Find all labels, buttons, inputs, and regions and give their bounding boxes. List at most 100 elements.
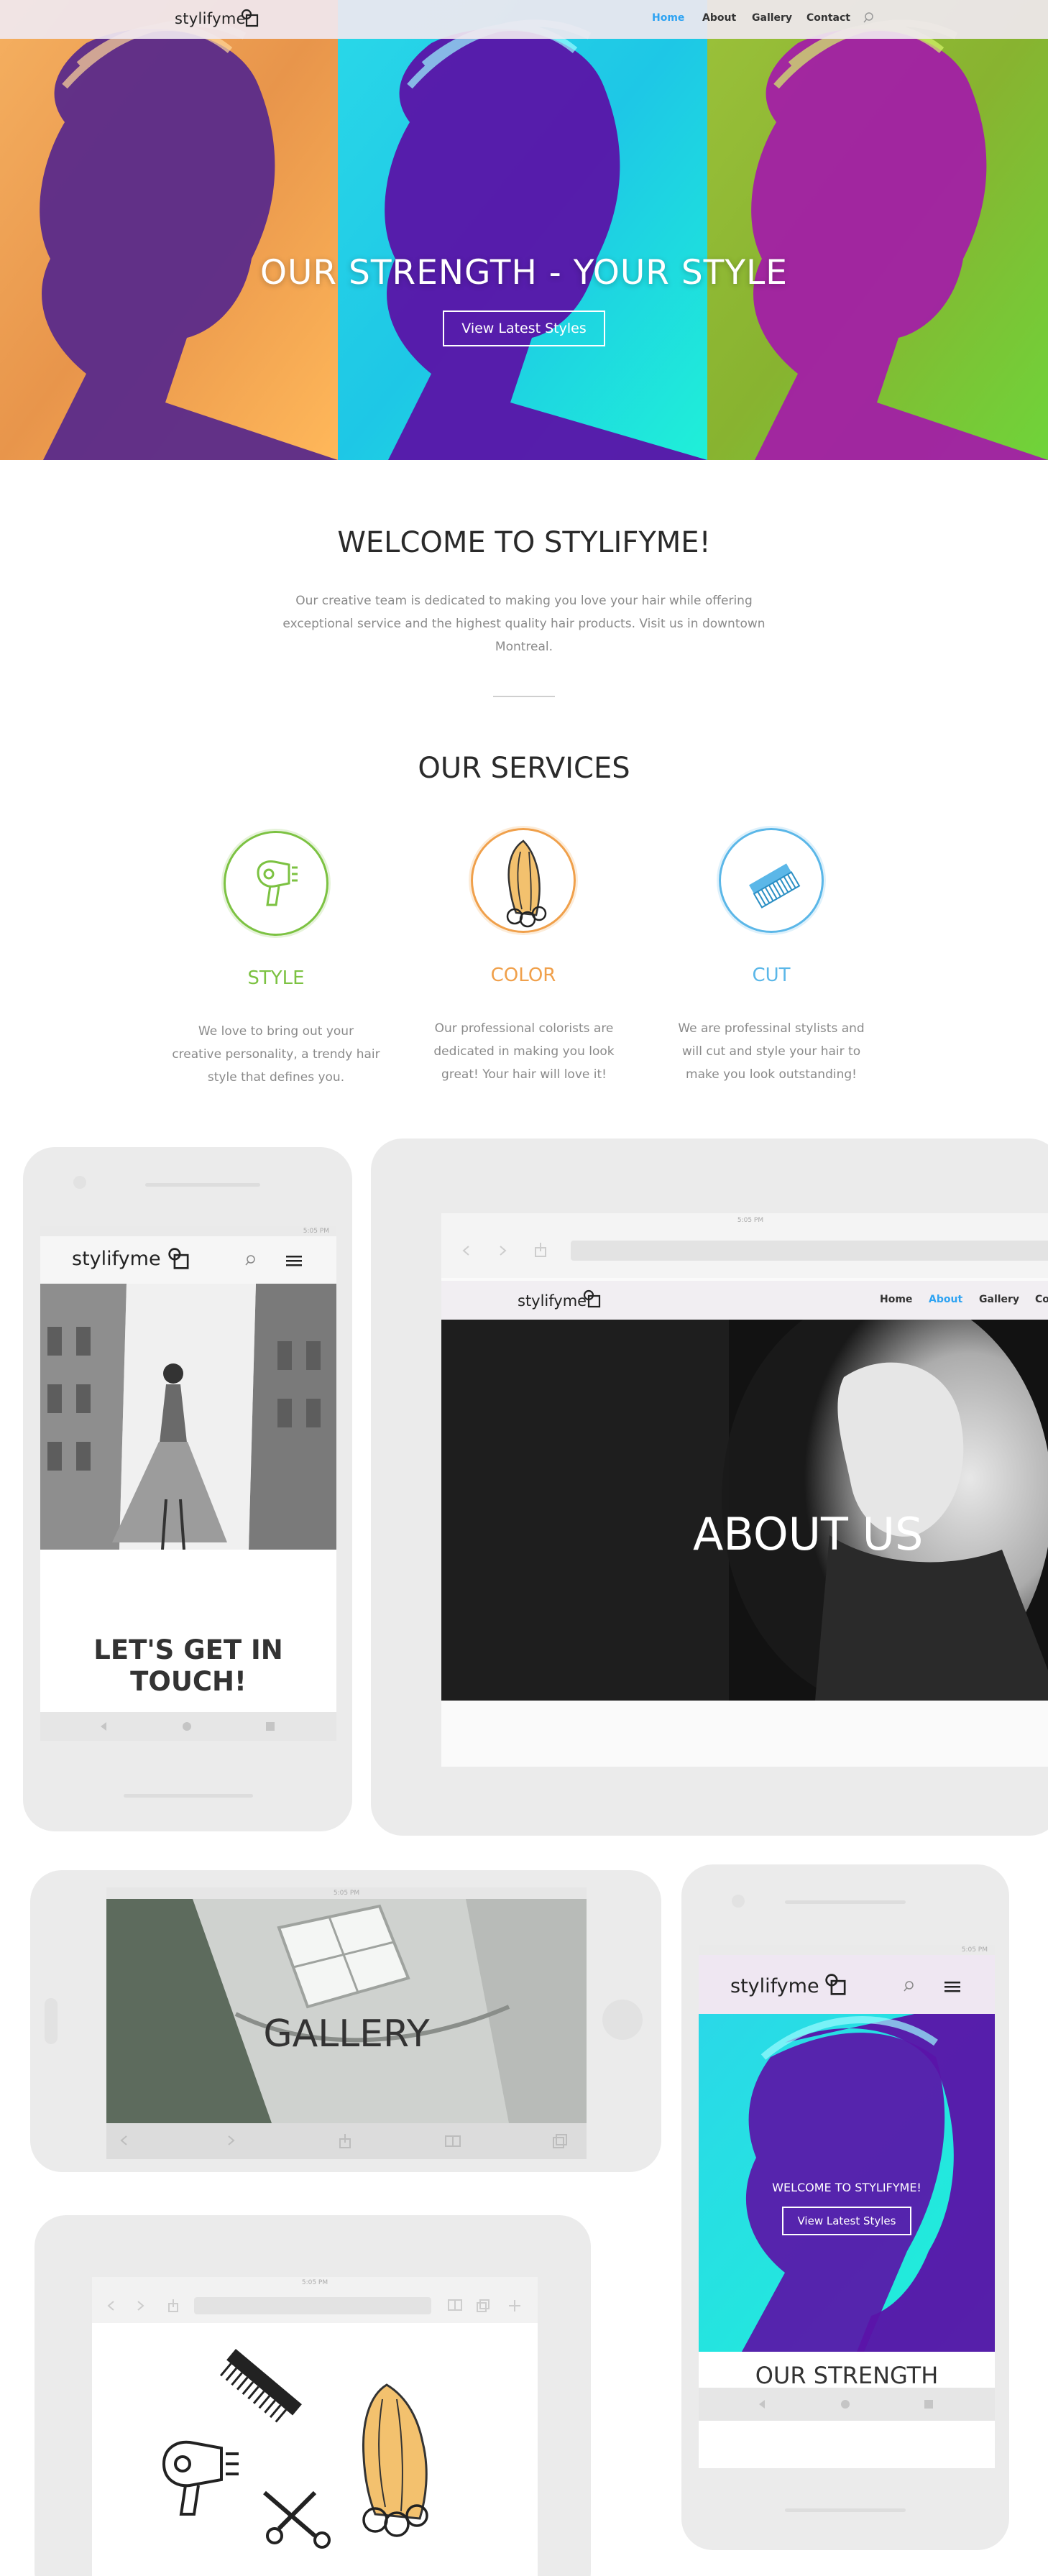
browser-back-icon[interactable] (106, 2300, 115, 2312)
tablet-nav-home[interactable]: Home (880, 1294, 912, 1305)
tablet-nav-about[interactable]: About (929, 1294, 962, 1305)
phone-view-latest-styles-button[interactable]: View Latest Styles (782, 2207, 911, 2235)
view-latest-styles-button[interactable]: View Latest Styles (443, 310, 605, 346)
welcome-text: Our creative team is dedicated to making… (282, 594, 766, 654)
site-header: stylifyme Home About Gallery Contact (0, 0, 1048, 39)
status-bar: 5:05 PM (92, 2277, 538, 2288)
logo-mark-icon (168, 1248, 189, 1269)
welcome-title: WELCOME TO STYLIFYME! (337, 526, 711, 559)
site-logo[interactable]: stylifyme (175, 10, 246, 27)
recents-icon[interactable] (923, 2398, 934, 2410)
browser-toolbar (441, 1228, 1048, 1278)
hamburger-menu-icon[interactable] (944, 1979, 960, 1994)
status-bar: 5:05 PM (441, 1213, 1048, 1228)
tablet-mockup-icons: 5:05 PM (35, 2215, 591, 2576)
phone-screen: 5:05 PM stylifyme WELCOME TO STYLIFYME! … (699, 1945, 995, 2468)
contact-caption: LET'S GET IN TOUCH! (93, 1634, 283, 1697)
new-tab-icon[interactable] (507, 2299, 522, 2313)
status-bar: 5:05 PM (106, 1887, 587, 1899)
contact-hero-image (40, 1284, 336, 1550)
phone-mockup-contact: 5:05 PM stylifyme LET'S GET IN TOUCH! (23, 1147, 352, 1831)
browser-url-bar[interactable] (194, 2297, 431, 2314)
comb-icon (219, 2349, 302, 2423)
about-caption: ABOUT US (693, 1508, 924, 1560)
phone-logo[interactable]: stylifyme (730, 1975, 819, 1997)
hair-lock-icon (506, 840, 547, 928)
tablet-nav-gallery[interactable]: Gallery (979, 1294, 1019, 1305)
tablet-home-button[interactable] (602, 2000, 643, 2040)
nav-gallery[interactable]: Gallery (752, 12, 792, 24)
home-icon[interactable] (840, 2398, 851, 2410)
style-service-icon (224, 831, 328, 936)
browser-forward-icon[interactable] (137, 2300, 145, 2312)
phone-mockup-home: 5:05 PM stylifyme WELCOME TO STYLIFYME! … (681, 1864, 1009, 2550)
tablet-logo[interactable]: stylifyme (518, 1292, 587, 1310)
tablet-nav-contact[interactable]: Co (1035, 1294, 1048, 1305)
nav-home[interactable]: Home (652, 12, 684, 24)
color-service-icon (471, 828, 576, 933)
nav-contact[interactable]: Contact (806, 12, 850, 24)
hamburger-menu-icon[interactable] (286, 1254, 302, 1268)
share-icon[interactable] (533, 1242, 548, 1258)
browser-back-icon[interactable] (119, 2135, 128, 2146)
hair-dryer-icon (162, 2440, 239, 2516)
color-text: Our professional colorists are dedicated… (433, 1021, 615, 1082)
tablet-site-header: stylifyme Home About Gallery Co (441, 1281, 1048, 1320)
logo-mark-icon (583, 1289, 601, 1308)
style-title: STYLE (247, 967, 305, 989)
phone-logo[interactable]: stylifyme (72, 1248, 161, 1270)
services-title: OUR SERVICES (418, 752, 630, 785)
phone-camera (73, 1176, 86, 1189)
browser-toolbar (92, 2288, 538, 2323)
browser-back-icon[interactable] (461, 1245, 470, 1256)
bookmarks-icon[interactable] (447, 2299, 463, 2312)
tablet-screen: 5:05 PM stylifyme Home About Gallery Co (441, 1213, 1048, 1767)
gallery-caption: GALLERY (263, 2012, 430, 2056)
search-icon[interactable] (863, 11, 877, 25)
tablet-bottom-toolbar (106, 2123, 587, 2159)
phone-bottom-speaker (785, 2508, 906, 2512)
back-icon[interactable] (756, 2398, 768, 2410)
tablet-mockup-about: 5:05 PM stylifyme Home About Gallery Co (371, 1138, 1048, 1836)
scissors-icon (263, 2490, 331, 2549)
browser-forward-icon[interactable] (499, 1245, 507, 1256)
share-icon[interactable] (167, 2299, 180, 2313)
gallery-tablet-screen: 5:05 PM GALLERY (106, 1887, 587, 2159)
phone-bottom-speaker (124, 1794, 253, 1798)
logo-mark-icon (241, 9, 259, 27)
hero-section: OUR STRENGTH - YOUR STYLE View Latest St… (0, 0, 1048, 460)
browser-forward-icon[interactable] (227, 2135, 236, 2146)
share-icon[interactable] (338, 2133, 352, 2149)
icons-tablet-screen: 5:05 PM (92, 2277, 538, 2576)
service-icons-illustration (162, 2349, 428, 2549)
tablet-camera (45, 1998, 58, 2044)
status-bar: 5:05 PM (40, 1226, 336, 1236)
search-icon[interactable] (243, 1254, 257, 1268)
tablet-mockup-gallery: 5:05 PM GALLERY (30, 1870, 661, 2172)
phone-speaker (145, 1183, 260, 1187)
android-nav-bar (40, 1712, 336, 1741)
hair-lock-icon (362, 2383, 428, 2537)
phone-screen: 5:05 PM stylifyme LET'S GET IN TOUCH! (40, 1226, 336, 1741)
cut-text: We are professinal stylists and will cut… (678, 1021, 865, 1082)
home-icon[interactable] (181, 1721, 193, 1732)
back-icon[interactable] (98, 1721, 109, 1732)
hero-image (0, 0, 1048, 460)
bookmarks-icon[interactable] (444, 2135, 461, 2148)
status-bar: 5:05 PM (699, 1945, 995, 1955)
style-text: We love to bring out your creative perso… (172, 1024, 380, 1085)
phone-camera (732, 1895, 745, 1908)
phone-speaker (785, 1900, 906, 1904)
tabs-icon[interactable] (476, 2299, 490, 2313)
tabs-icon[interactable] (552, 2133, 568, 2149)
cut-title: CUT (752, 965, 791, 986)
android-nav-bar (699, 2388, 995, 2421)
search-icon[interactable] (901, 1979, 916, 1994)
phone-welcome-text: WELCOME TO STYLIFYME! (772, 2181, 921, 2194)
cut-service-icon (719, 828, 824, 933)
nav-about[interactable]: About (702, 12, 736, 24)
browser-url-bar[interactable] (571, 1241, 1048, 1261)
comb-icon (749, 863, 801, 908)
hair-dryer-icon (257, 860, 298, 906)
recents-icon[interactable] (265, 1721, 276, 1732)
